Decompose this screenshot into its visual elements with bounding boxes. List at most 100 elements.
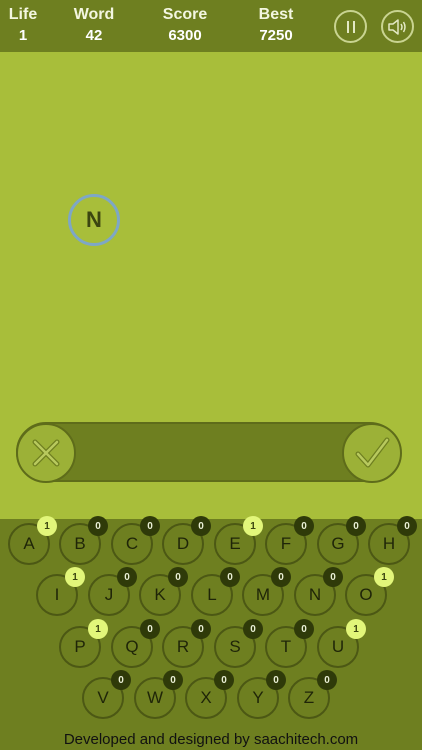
letter-count-badge: 0 xyxy=(294,619,314,639)
key-letter: J xyxy=(104,585,114,604)
score-stat: Score 6300 xyxy=(140,5,230,47)
key-g[interactable]: G0 xyxy=(317,516,366,565)
letter-count-badge: 1 xyxy=(243,516,263,536)
key-letter: B xyxy=(74,534,86,553)
key-letter: E xyxy=(229,534,241,553)
key-k[interactable]: K0 xyxy=(139,567,188,616)
letter-keyboard: A1 B0 C0 D0 E1 F0 G0 H0 I1 J0 K0 L0 M0 N… xyxy=(0,516,422,750)
key-letter: R xyxy=(176,637,190,656)
key-letter: Y xyxy=(252,688,264,707)
letter-count-badge: 1 xyxy=(374,567,394,587)
key-letter: W xyxy=(146,688,164,707)
word-value: 42 xyxy=(85,27,103,44)
letter-count-badge: 0 xyxy=(397,516,417,536)
tile-letter: N xyxy=(86,207,102,232)
developer-credit: Developed and designed by saachitech.com xyxy=(63,731,359,748)
key-letter: Z xyxy=(303,688,315,707)
best-stat: Best 7250 xyxy=(231,5,321,47)
letter-count-badge: 1 xyxy=(346,619,366,639)
letter-count-badge: 0 xyxy=(220,567,240,587)
key-letter: T xyxy=(280,637,292,656)
key-letter: N xyxy=(308,585,322,604)
pause-button[interactable] xyxy=(334,10,367,43)
letter-count-badge: 1 xyxy=(37,516,57,536)
sound-button[interactable] xyxy=(381,10,414,43)
key-i[interactable]: I1 xyxy=(36,567,85,616)
submit-button[interactable] xyxy=(342,423,402,483)
check-icon xyxy=(355,437,390,468)
key-z[interactable]: Z0 xyxy=(288,670,337,719)
key-letter: I xyxy=(54,585,60,604)
answer-text xyxy=(88,424,332,480)
score-label: Score xyxy=(162,6,208,23)
key-p[interactable]: P1 xyxy=(59,619,108,668)
key-o[interactable]: O1 xyxy=(345,567,394,616)
letter-count-badge: 0 xyxy=(266,670,286,690)
word-stat: Word 42 xyxy=(49,5,139,47)
word-label: Word xyxy=(73,6,115,23)
key-letter: U xyxy=(331,637,345,656)
key-x[interactable]: X0 xyxy=(185,670,234,719)
key-letter: C xyxy=(125,534,139,553)
key-letter: D xyxy=(176,534,190,553)
key-v[interactable]: V0 xyxy=(82,670,131,719)
key-f[interactable]: F0 xyxy=(265,516,314,565)
key-n[interactable]: N0 xyxy=(294,567,343,616)
letter-count-badge: 0 xyxy=(243,619,263,639)
key-q[interactable]: Q0 xyxy=(111,619,160,668)
best-value: 7250 xyxy=(259,27,293,44)
letter-count-badge: 0 xyxy=(191,619,211,639)
letter-count-badge: 0 xyxy=(294,516,314,536)
key-u[interactable]: U1 xyxy=(317,619,366,668)
key-letter: L xyxy=(207,585,217,604)
key-t[interactable]: T0 xyxy=(265,619,314,668)
key-letter: P xyxy=(74,637,86,656)
key-a[interactable]: A1 xyxy=(8,516,57,565)
best-label: Best xyxy=(258,6,294,23)
key-r[interactable]: R0 xyxy=(162,619,211,668)
letter-count-badge: 0 xyxy=(140,619,160,639)
letter-count-badge: 0 xyxy=(317,670,337,690)
letter-count-badge: 0 xyxy=(163,670,183,690)
key-m[interactable]: M0 xyxy=(242,567,291,616)
letter-count-badge: 0 xyxy=(346,516,366,536)
letter-count-badge: 0 xyxy=(191,516,211,536)
falling-letter-tile[interactable]: N xyxy=(68,194,120,246)
key-letter: K xyxy=(154,585,166,604)
key-letter: H xyxy=(382,534,396,553)
key-letter: F xyxy=(280,534,292,553)
key-s[interactable]: S0 xyxy=(214,619,263,668)
letter-count-badge: 1 xyxy=(65,567,85,587)
key-letter: M xyxy=(255,585,271,604)
key-e[interactable]: E1 xyxy=(214,516,263,565)
key-letter: X xyxy=(200,688,212,707)
stats-bar: Life 1 Word 42 Score 6300 Best 7250 xyxy=(0,0,422,52)
pause-icon xyxy=(346,20,355,33)
key-y[interactable]: Y0 xyxy=(237,670,286,719)
key-letter: V xyxy=(97,688,109,707)
letter-count-badge: 0 xyxy=(323,567,343,587)
clear-button[interactable] xyxy=(16,423,76,483)
letter-count-badge: 0 xyxy=(88,516,108,536)
key-letter: Q xyxy=(125,637,139,656)
letter-count-badge: 1 xyxy=(88,619,108,639)
letter-count-badge: 0 xyxy=(140,516,160,536)
key-letter: O xyxy=(359,585,373,604)
key-letter: A xyxy=(23,534,35,553)
key-w[interactable]: W0 xyxy=(134,670,183,719)
score-value: 6300 xyxy=(168,27,202,44)
key-j[interactable]: J0 xyxy=(88,567,137,616)
key-b[interactable]: B0 xyxy=(59,516,108,565)
letter-count-badge: 0 xyxy=(271,567,291,587)
answer-bar xyxy=(16,422,402,483)
letter-count-badge: 0 xyxy=(111,670,131,690)
key-d[interactable]: D0 xyxy=(162,516,211,565)
letter-count-badge: 0 xyxy=(168,567,188,587)
key-letter: S xyxy=(229,637,241,656)
letter-count-badge: 0 xyxy=(214,670,234,690)
key-c[interactable]: C0 xyxy=(111,516,160,565)
key-l[interactable]: L0 xyxy=(191,567,240,616)
key-letter: G xyxy=(331,534,345,553)
key-h[interactable]: H0 xyxy=(368,516,417,565)
letter-count-badge: 0 xyxy=(117,567,137,587)
